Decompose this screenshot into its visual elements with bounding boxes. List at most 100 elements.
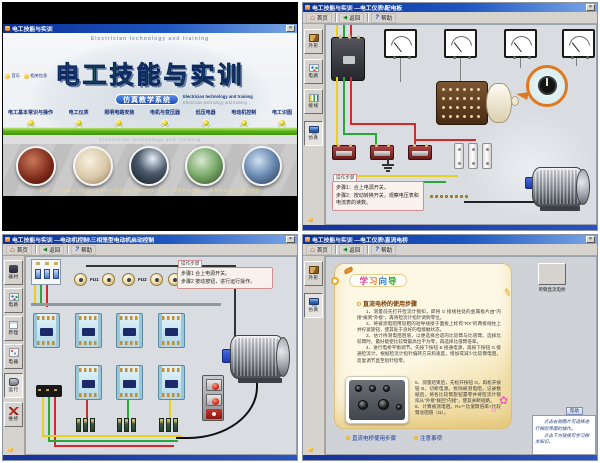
green-band <box>3 127 297 135</box>
sidebar-wiring[interactable]: 接线 <box>304 89 323 114</box>
contactor[interactable] <box>75 313 102 348</box>
fuse[interactable] <box>122 273 135 286</box>
switch-barrel[interactable] <box>486 83 512 123</box>
orb-icon[interactable] <box>240 119 248 127</box>
close-icon[interactable]: × <box>586 4 595 11</box>
computer-icon <box>309 298 319 305</box>
breaker-toggle[interactable] <box>53 269 59 279</box>
rotary-switch-icon[interactable] <box>538 76 557 95</box>
nameplate <box>40 328 53 336</box>
music-icon[interactable] <box>8 447 13 452</box>
sidebar-circuit[interactable]: 电路 <box>304 59 323 84</box>
circuit-breaker[interactable] <box>31 259 61 285</box>
contactor[interactable] <box>33 313 60 348</box>
sidebar-run[interactable]: 运行 <box>4 373 23 398</box>
music-button[interactable]: 音乐 <box>5 73 20 79</box>
menu-item-motor-control[interactable]: 电动机控制 <box>231 109 256 127</box>
tool-sidebar: 外形 仿真 <box>303 256 325 455</box>
back-button[interactable]: ◀返回 <box>339 245 364 255</box>
orb-icon[interactable] <box>27 119 35 127</box>
nameplate <box>82 380 95 388</box>
menu-item-instruments[interactable]: 电工仪表 <box>69 109 89 127</box>
menu-item-basics[interactable]: 电工基本常识与操作 <box>8 109 53 127</box>
close-icon[interactable]: × <box>286 25 295 32</box>
help-tab[interactable]: 帮助 <box>566 407 583 415</box>
orb-icon[interactable] <box>202 119 210 127</box>
bullet-icon <box>357 302 361 306</box>
steps-tab: 操作步骤 <box>333 174 357 182</box>
guide-steps: 1、测量前先打开检流计锁扣，即将 G 接线柱处的金属板片由“内接”拨到“外接”，… <box>357 309 501 364</box>
leaf-icon <box>343 267 353 275</box>
sidebar-principle[interactable]: 原理 <box>4 316 23 341</box>
close-icon[interactable]: × <box>286 236 295 243</box>
fuse-link[interactable] <box>468 143 478 169</box>
fuse-link[interactable] <box>454 143 464 169</box>
voltmeter <box>384 29 417 58</box>
magnifier-view[interactable] <box>526 65 568 107</box>
document-icon <box>9 321 18 329</box>
fuse[interactable] <box>150 273 163 286</box>
music-icon[interactable] <box>308 447 313 452</box>
ct-core <box>374 151 390 156</box>
pliers-icon <box>9 407 19 415</box>
knife-switch[interactable] <box>36 385 62 397</box>
music-icon[interactable] <box>308 217 313 222</box>
flower-icon: ✿ <box>499 394 508 407</box>
circuit-breaker[interactable] <box>331 37 365 81</box>
breaker-handle[interactable] <box>343 56 355 64</box>
terminal <box>349 144 352 147</box>
contactor[interactable] <box>116 365 143 400</box>
fuse[interactable] <box>74 273 87 286</box>
plug-icon <box>9 265 18 273</box>
home-icon: ⌂ <box>310 15 315 21</box>
fuse-link[interactable] <box>482 143 492 169</box>
transfer-switch[interactable] <box>436 81 488 125</box>
bridge-thumbnail[interactable] <box>538 263 566 285</box>
menu-item-lighting[interactable]: 照明电路安装 <box>104 109 134 127</box>
wire <box>460 58 461 82</box>
window-title: 电工技能与实训 <box>12 24 284 33</box>
breaker-toggle[interactable] <box>35 269 41 279</box>
nameplate <box>123 328 136 336</box>
menu-item-motors-transformers[interactable]: 电机与变压器 <box>150 109 180 127</box>
orb-icon[interactable] <box>115 119 123 127</box>
fuse[interactable] <box>102 273 115 286</box>
breaker-toggle[interactable] <box>44 269 50 279</box>
contactor[interactable] <box>158 313 185 348</box>
photo-parts <box>242 146 282 186</box>
home-button[interactable]: ⌂首页 <box>306 245 332 255</box>
tool-sidebar: 器材 电路 原理 电器 运行 维修 <box>3 256 25 455</box>
sidebar-equipment[interactable]: 器材 <box>4 260 23 285</box>
home-button[interactable]: ⌂首页 <box>6 245 32 255</box>
menu-item-diagrams[interactable]: 电工识图 <box>272 109 292 127</box>
menu-item-lowvoltage[interactable]: 低压电器 <box>196 109 216 127</box>
orb-icon[interactable] <box>278 119 286 127</box>
help-icon: ? <box>375 247 379 253</box>
contactor[interactable] <box>116 313 143 348</box>
back-button[interactable]: ◀返回 <box>339 13 364 23</box>
help-button[interactable]: ?帮助 <box>371 245 396 255</box>
sidebar-simulation[interactable]: 仿真 <box>304 121 323 146</box>
orb-icon[interactable] <box>75 119 83 127</box>
help-button[interactable]: ?帮助 <box>371 13 396 23</box>
contactor[interactable] <box>75 365 102 400</box>
sidebar-repair[interactable]: 维修 <box>4 402 23 427</box>
help-button[interactable]: ?帮助 <box>71 245 96 255</box>
sidebar-appearance[interactable]: 外形 <box>304 29 323 54</box>
info-button[interactable]: 相关信息 <box>24 73 47 79</box>
separator <box>35 245 36 254</box>
sidebar-appearance[interactable]: 外形 <box>304 261 323 286</box>
link-precautions[interactable]: 注意事项 <box>414 434 442 442</box>
sidebar-circuit[interactable]: 电路 <box>4 288 23 313</box>
link-usage-steps[interactable]: 直流电桥使用步骤 <box>346 434 396 442</box>
sidebar-simulation[interactable]: 仿真 <box>304 293 323 318</box>
back-button[interactable]: ◀返回 <box>39 245 64 255</box>
wiring-icon <box>309 94 319 102</box>
bullet-icon <box>414 436 418 440</box>
home-button[interactable]: ⌂首页 <box>306 13 332 23</box>
guide-panel: 学习向导 ✎ 直流电桥的使用步骤 1、测量前先打开检流计锁扣，即将 G 接线柱处… <box>334 263 512 429</box>
orb-icon[interactable] <box>161 119 169 127</box>
sidebar-devices[interactable]: 电器 <box>4 344 23 369</box>
close-icon[interactable]: × <box>586 236 595 243</box>
nameplate <box>165 328 178 336</box>
